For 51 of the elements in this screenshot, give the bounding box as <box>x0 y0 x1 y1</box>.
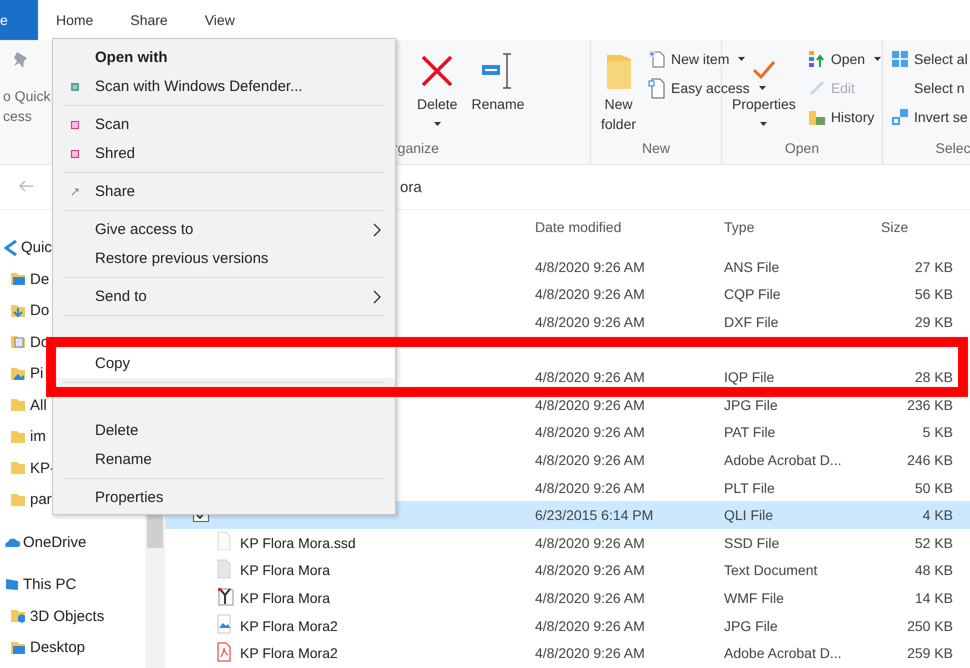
file-type: Adobe Acrobat D... <box>724 645 842 662</box>
date-modified: 4/8/2020 9:26 AM <box>535 258 645 275</box>
file-size: 246 KB <box>907 452 953 468</box>
group-label: Selec <box>934 140 970 158</box>
file-size: 52 KB <box>914 534 953 551</box>
file-size: 259 KB <box>907 645 953 662</box>
file-name: KP Flora Mora <box>240 562 330 578</box>
file-size: 29 KB <box>914 314 953 330</box>
file-size: 50 KB <box>914 480 953 496</box>
date-modified: 4/8/2020 9:26 AM <box>535 534 645 551</box>
group-label: Open <box>784 140 820 158</box>
file-name: KP Flora Mora2 <box>240 645 338 662</box>
file-type: PAT File <box>724 424 776 440</box>
file-name: KP Flora Mora.ssd <box>240 534 356 551</box>
file-size: 48 KB <box>914 562 953 578</box>
date-modified: 4/8/2020 9:26 AM <box>535 424 645 440</box>
date-modified: 4/8/2020 9:26 AM <box>535 480 645 496</box>
date-modified: 4/8/2020 9:26 AM <box>535 618 645 634</box>
file-name: KP Flora Mora2 <box>240 618 338 634</box>
address-path: ora <box>400 178 422 196</box>
group-label: New <box>640 140 671 158</box>
file-type: JPG File <box>724 618 778 634</box>
file-size: 5 KB <box>922 424 953 440</box>
file-type: WMF File <box>724 590 784 606</box>
file-type: PLT File <box>724 480 775 496</box>
date-modified: 4/8/2020 9:26 AM <box>535 314 645 330</box>
file-type: IQP File <box>724 369 774 386</box>
date-modified: 6/23/2015 6:14 PM <box>535 507 654 524</box>
date-modified: 4/8/2020 9:26 AM <box>535 396 645 413</box>
file-type: ANS File <box>724 258 780 275</box>
date-modified: 4/8/2020 9:26 AM <box>535 590 645 606</box>
date-modified: 4/8/2020 9:26 AM <box>535 286 645 302</box>
file-size: 236 KB <box>907 396 953 413</box>
file-name: KP Flora Mora <box>240 590 330 606</box>
date-modified: 4/8/2020 9:26 AM <box>535 562 645 578</box>
file-size: 56 KB <box>914 286 953 302</box>
file-type: JPG File <box>724 396 778 413</box>
file-type: DXF File <box>724 314 778 330</box>
file-type: SSD File <box>724 534 780 551</box>
date-modified: 4/8/2020 9:26 AM <box>535 645 645 662</box>
file-size: 28 KB <box>914 369 953 386</box>
date-modified: 4/8/2020 9:26 AM <box>535 452 645 468</box>
file-type: QLI File <box>724 507 774 524</box>
file-size: 14 KB <box>914 590 953 606</box>
file-type: Adobe Acrobat D... <box>724 452 842 468</box>
file-size: 27 KB <box>914 258 953 275</box>
file-size: 250 KB <box>907 618 953 634</box>
file-type: CQP File <box>724 286 781 302</box>
file-type: Text Document <box>724 562 818 578</box>
date-modified: 4/8/2020 9:26 AM <box>535 369 645 386</box>
file-size: 4 KB <box>922 507 953 524</box>
